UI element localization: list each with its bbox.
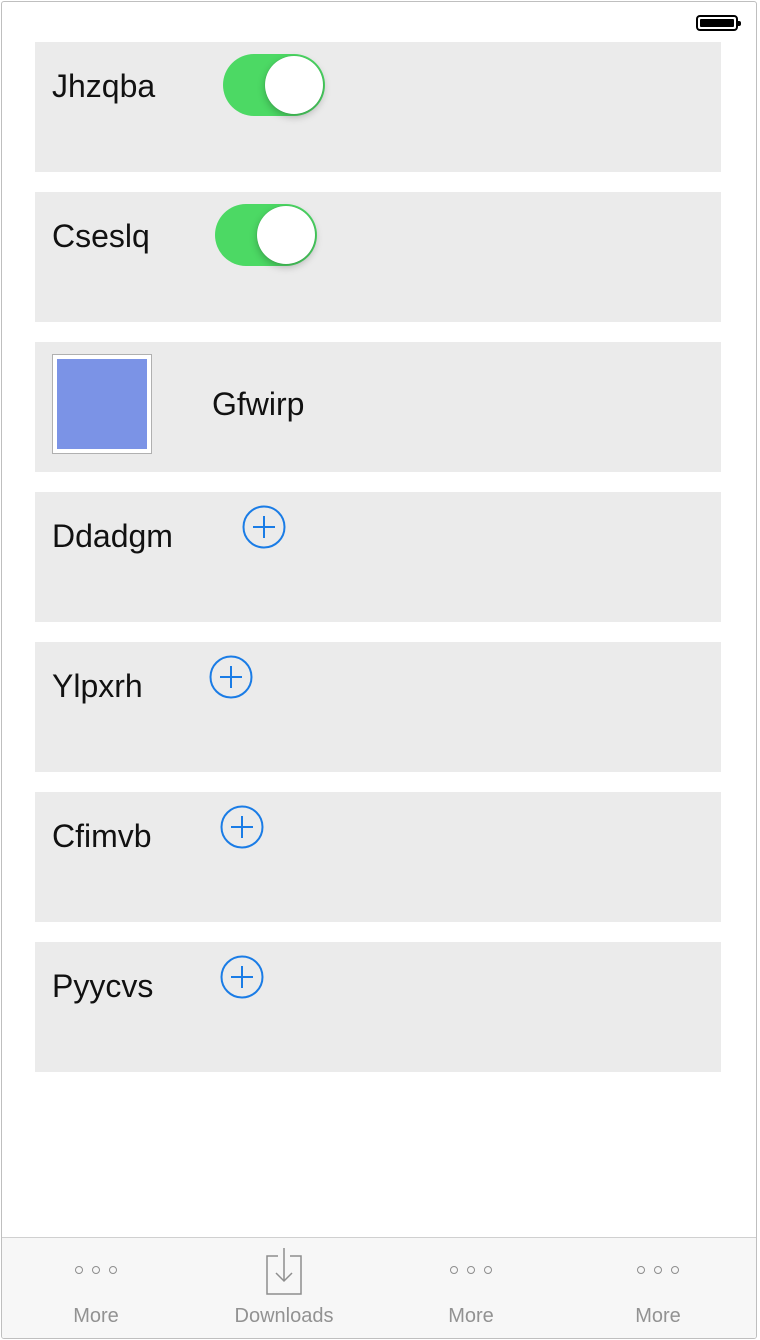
toggle-knob [265,56,323,114]
list-item-pyycvs: Pyycvs [35,942,721,1072]
more-dots-icon [2,1266,190,1274]
tab-downloads[interactable]: Downloads [190,1238,378,1338]
list-item-ddadgm: Ddadgm [35,492,721,622]
list-item-cseslq: Cseslq [35,192,721,322]
cell-label: Jhzqba [52,68,156,104]
list-item-cfimvb: Cfimvb [35,792,721,922]
tab-more-1[interactable]: More [2,1238,190,1338]
thumbnail-image [52,354,152,454]
toggle-switch[interactable] [223,54,325,116]
list-item-gfwirp[interactable]: Gfwirp [35,342,721,472]
cell-label: Pyycvs [52,968,154,1004]
tab-label: More [448,1305,494,1327]
tab-bar: More Downloads More More [2,1237,756,1338]
plus-circle-icon[interactable] [220,805,264,849]
plus-circle-icon[interactable] [242,505,286,549]
app-screen: Jhzqba Cseslq Gfwirp Ddadgm Ylpxrh Cfimv… [1,1,757,1339]
download-tray-icon [266,1248,302,1295]
cell-label: Ylpxrh [52,668,143,704]
tab-more-2[interactable]: More [377,1238,565,1338]
tab-label: Downloads [234,1305,334,1327]
more-dots-icon [564,1266,752,1274]
cell-label: Cfimvb [52,818,152,854]
toggle-switch[interactable] [215,204,317,266]
tab-label: More [73,1305,119,1327]
color-swatch [57,359,147,449]
plus-circle-icon[interactable] [220,955,264,999]
list-item-jhzqba: Jhzqba [35,42,721,172]
more-dots-icon [377,1266,565,1274]
tab-more-3[interactable]: More [564,1238,752,1338]
tab-label: More [635,1305,681,1327]
plus-circle-icon[interactable] [209,655,253,699]
cell-label: Cseslq [52,218,150,254]
list-item-ylpxrh: Ylpxrh [35,642,721,772]
status-bar [2,2,756,42]
battery-icon [696,15,741,31]
toggle-knob [257,206,315,264]
cell-label: Gfwirp [212,386,305,422]
cell-label: Ddadgm [52,518,173,554]
